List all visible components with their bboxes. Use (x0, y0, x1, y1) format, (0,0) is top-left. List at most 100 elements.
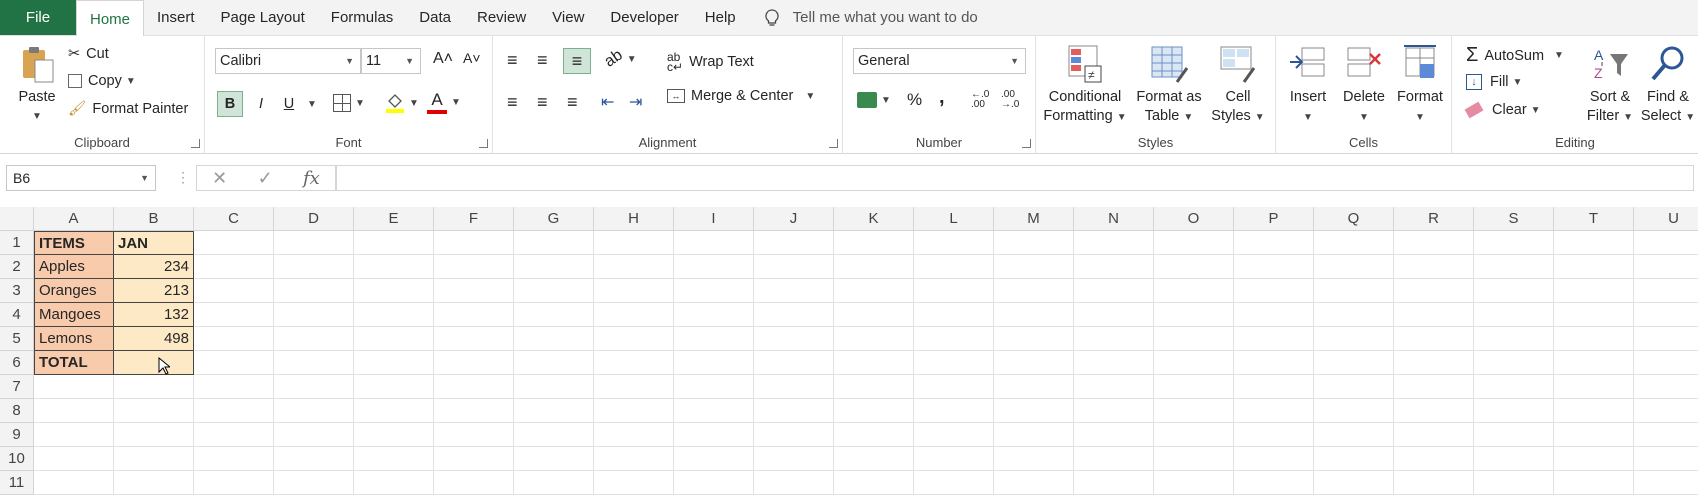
column-header-b[interactable]: B (114, 207, 194, 231)
fill-color-button[interactable]: ▼ (385, 92, 419, 114)
cell-j10[interactable] (754, 447, 834, 471)
cell-s6[interactable] (1474, 351, 1554, 375)
accounting-format-button[interactable]: ▼ (857, 92, 891, 108)
cell-s8[interactable] (1474, 399, 1554, 423)
wrap-text-button[interactable]: ab c↵ Wrap Text (667, 51, 754, 73)
cell-c7[interactable] (194, 375, 274, 399)
cell-e2[interactable] (354, 255, 434, 279)
cell-j11[interactable] (754, 471, 834, 495)
cell-r10[interactable] (1394, 447, 1474, 471)
cell-n10[interactable] (1074, 447, 1154, 471)
cell-i3[interactable] (674, 279, 754, 303)
cell-t6[interactable] (1554, 351, 1634, 375)
cell-e10[interactable] (354, 447, 434, 471)
cell-s1[interactable] (1474, 231, 1554, 255)
column-header-e[interactable]: E (354, 207, 434, 231)
cell-o2[interactable] (1154, 255, 1234, 279)
cell-l8[interactable] (914, 399, 994, 423)
cell-l7[interactable] (914, 375, 994, 399)
cell-t7[interactable] (1554, 375, 1634, 399)
row-header-5[interactable]: 5 (0, 327, 34, 351)
column-header-q[interactable]: Q (1314, 207, 1394, 231)
cell-s3[interactable] (1474, 279, 1554, 303)
cell-m3[interactable] (994, 279, 1074, 303)
cell-b2[interactable]: 234 (114, 255, 194, 279)
merge-center-button[interactable]: ↔ Merge & Center ▼ (667, 88, 815, 104)
cell-b8[interactable] (114, 399, 194, 423)
cell-d1[interactable] (274, 231, 354, 255)
cell-n5[interactable] (1074, 327, 1154, 351)
cell-r3[interactable] (1394, 279, 1474, 303)
cell-i6[interactable] (674, 351, 754, 375)
cell-f8[interactable] (434, 399, 514, 423)
cell-r7[interactable] (1394, 375, 1474, 399)
cell-g5[interactable] (514, 327, 594, 351)
insert-function-button[interactable]: fx (303, 168, 320, 189)
cell-h2[interactable] (594, 255, 674, 279)
cell-u8[interactable] (1634, 399, 1698, 423)
clear-button[interactable]: Clear ▼ (1464, 101, 1541, 119)
copy-button[interactable]: Copy ▼ (68, 73, 136, 89)
cell-j7[interactable] (754, 375, 834, 399)
cell-o5[interactable] (1154, 327, 1234, 351)
row-header-4[interactable]: 4 (0, 303, 34, 327)
cell-l6[interactable] (914, 351, 994, 375)
cell-p8[interactable] (1234, 399, 1314, 423)
tab-home[interactable]: Home (76, 0, 145, 37)
cell-h8[interactable] (594, 399, 674, 423)
column-header-h[interactable]: H (594, 207, 674, 231)
align-center-button[interactable]: ≡ (537, 92, 548, 113)
cell-q10[interactable] (1314, 447, 1394, 471)
tab-help[interactable]: Help (692, 0, 749, 35)
cell-k11[interactable] (834, 471, 914, 495)
cell-g4[interactable] (514, 303, 594, 327)
cell-q6[interactable] (1314, 351, 1394, 375)
cell-d5[interactable] (274, 327, 354, 351)
cell-s7[interactable] (1474, 375, 1554, 399)
cell-d11[interactable] (274, 471, 354, 495)
cell-l2[interactable] (914, 255, 994, 279)
cell-o4[interactable] (1154, 303, 1234, 327)
cell-a5[interactable]: Lemons (34, 327, 114, 351)
column-header-m[interactable]: M (994, 207, 1074, 231)
cell-m2[interactable] (994, 255, 1074, 279)
cell-e1[interactable] (354, 231, 434, 255)
cell-p10[interactable] (1234, 447, 1314, 471)
top-align-button[interactable]: ≡ (507, 50, 517, 71)
cell-d7[interactable] (274, 375, 354, 399)
cell-j4[interactable] (754, 303, 834, 327)
cell-n8[interactable] (1074, 399, 1154, 423)
increase-font-button[interactable]: A˄ (433, 50, 453, 68)
cell-i5[interactable] (674, 327, 754, 351)
cell-s2[interactable] (1474, 255, 1554, 279)
column-header-r[interactable]: R (1394, 207, 1474, 231)
formula-input[interactable] (336, 165, 1694, 191)
cell-o11[interactable] (1154, 471, 1234, 495)
cell-a9[interactable] (34, 423, 114, 447)
cell-c1[interactable] (194, 231, 274, 255)
cell-u9[interactable] (1634, 423, 1698, 447)
cell-t2[interactable] (1554, 255, 1634, 279)
cell-c5[interactable] (194, 327, 274, 351)
column-header-u[interactable]: U (1634, 207, 1698, 231)
cancel-icon[interactable]: ✕ (212, 168, 227, 189)
cell-p1[interactable] (1234, 231, 1314, 255)
cut-button[interactable]: ✂ Cut (68, 46, 109, 62)
tab-review[interactable]: Review (464, 0, 539, 35)
cell-b11[interactable] (114, 471, 194, 495)
cell-m8[interactable] (994, 399, 1074, 423)
format-as-table-button[interactable]: Format as Table ▼ (1134, 44, 1204, 127)
row-header-6[interactable]: 6 (0, 351, 34, 375)
tab-formulas[interactable]: Formulas (318, 0, 407, 35)
cell-u10[interactable] (1634, 447, 1698, 471)
cell-q7[interactable] (1314, 375, 1394, 399)
font-name-dropdown[interactable]: Calibri ▼ (215, 48, 361, 74)
row-header-11[interactable]: 11 (0, 471, 34, 495)
cell-h10[interactable] (594, 447, 674, 471)
cell-p9[interactable] (1234, 423, 1314, 447)
cell-d2[interactable] (274, 255, 354, 279)
cell-g10[interactable] (514, 447, 594, 471)
cell-g8[interactable] (514, 399, 594, 423)
column-header-o[interactable]: O (1154, 207, 1234, 231)
cell-g9[interactable] (514, 423, 594, 447)
